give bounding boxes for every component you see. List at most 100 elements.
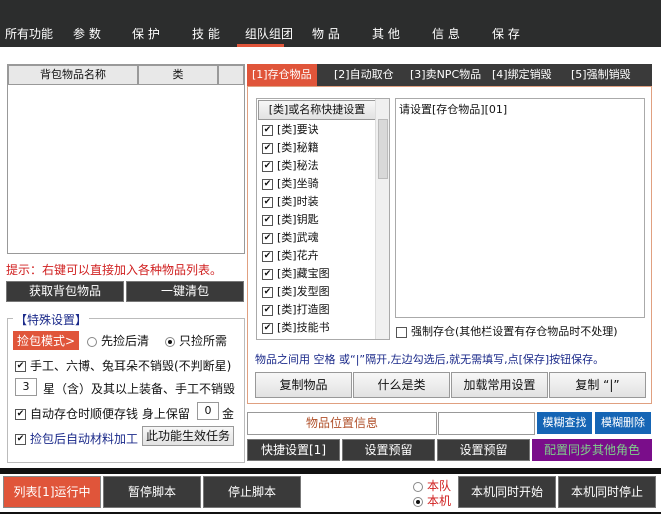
radio-local[interactable]: 本机 — [413, 492, 451, 509]
checkbox-checked-icon: ✔ — [262, 304, 273, 316]
radio-pick-needed[interactable]: 只捡所需 — [165, 332, 227, 349]
nav-params[interactable]: 参 数 — [73, 25, 101, 42]
stop-all-button[interactable]: 本机同时停止 — [558, 476, 656, 508]
checkbox-label: 手工、六博、兔耳朵不销毁(不判断星) — [30, 359, 232, 373]
radio-label: 只捡所需 — [179, 334, 228, 348]
nav-other[interactable]: 其 他 — [372, 25, 400, 42]
col-item-name[interactable]: 背包物品名称 — [8, 65, 138, 85]
checkbox-checked-icon: ✔ — [262, 232, 273, 244]
chk-auto-process[interactable]: ✔ 捡包后自动材料加工 — [15, 430, 138, 447]
checkbox-checked-icon: ✔ — [262, 124, 273, 136]
search-input[interactable] — [438, 412, 535, 435]
radio-label: 先捡后清 — [101, 334, 150, 348]
nav-team[interactable]: 组队组团 — [245, 25, 293, 42]
chk-save-money[interactable]: ✔ 自动存仓时顺便存钱 身上保留 — [15, 405, 190, 422]
checkbox-checked-icon: ✔ — [262, 286, 273, 298]
pick-mode-label: 捡包模式> — [13, 331, 80, 350]
nav-skills[interactable]: 技 能 — [192, 25, 220, 42]
tab-bind-destroy[interactable]: [4]绑定销毁 — [487, 64, 557, 86]
category-item[interactable]: ✔ [类]打造图 — [257, 301, 389, 319]
radio-pick-then-clear[interactable]: 先捡后清 — [87, 332, 149, 349]
scrollbar[interactable] — [375, 99, 389, 339]
radio-icon — [165, 336, 175, 347]
category-label: [类]打造图 — [277, 303, 330, 316]
special-settings-title: 【特殊设置】 — [13, 311, 90, 328]
get-bag-items-button[interactable]: 获取背包物品 — [6, 281, 124, 302]
pause-script-button[interactable]: 暂停脚本 — [103, 476, 201, 508]
checkbox-checked-icon: ✔ — [15, 409, 26, 420]
category-item[interactable]: ✔ [类]技能书 — [257, 319, 389, 337]
tab-store-items[interactable]: [1]存仓物品 — [247, 64, 317, 86]
separator-hint: 物品之间用 空格 或“|”隔开,左边勾选后,就无需填写,点[保存]按钮保存。 — [255, 353, 605, 366]
nav-items[interactable]: 物 品 — [312, 25, 340, 42]
checkbox-checked-icon: ✔ — [262, 178, 273, 190]
star-input[interactable]: 3 — [15, 378, 37, 396]
copy-items-button[interactable]: 复制物品 — [255, 372, 352, 398]
category-label: [类]藏宝图 — [277, 267, 330, 280]
checkbox-checked-icon: ✔ — [262, 196, 273, 208]
category-item[interactable]: ✔ [类]秘法 — [257, 157, 389, 175]
checkbox-checked-icon: ✔ — [262, 214, 273, 226]
sync-config-button[interactable]: 配置同步其他角色 — [532, 439, 652, 461]
star-text: 星（含）及其以上装备、手工不销毁 — [43, 382, 236, 396]
checkbox-unchecked-icon — [396, 326, 407, 338]
checkbox-checked-icon: ✔ — [262, 142, 273, 154]
checkbox-label: 强制存仓(其他栏设置有存仓物品时不处理) — [411, 325, 618, 338]
category-label: [类]要诀 — [277, 123, 319, 136]
item-position-info: 物品位置信息 — [247, 412, 437, 435]
items-textarea[interactable]: 请设置[存仓物品][01] — [395, 98, 645, 318]
fuzzy-find-button[interactable]: 模糊查找 — [537, 412, 592, 434]
nav-save[interactable]: 保 存 — [492, 25, 520, 42]
category-label: [类]技能书 — [277, 321, 330, 334]
nav-all-functions[interactable]: 所有功能 — [5, 25, 53, 42]
radio-icon — [413, 496, 423, 507]
checkbox-checked-icon: ✔ — [262, 268, 273, 280]
category-item[interactable]: ✔ [类]时装 — [257, 193, 389, 211]
category-checklist[interactable]: [类]或名称快捷设置 ✔ [类]要诀 ✔ [类]秘籍 ✔ [类]秘法 ✔ [类]坐骑 ✔ [类]时… — [256, 98, 390, 340]
nav-protect[interactable]: 保 护 — [132, 25, 160, 42]
scroll-thumb[interactable] — [378, 119, 388, 179]
category-item[interactable]: ✔ [类]武魂 — [257, 229, 389, 247]
category-item[interactable]: ✔ [类]藏宝图 — [257, 265, 389, 283]
set-reserve-button-1[interactable]: 设置预留 — [342, 439, 435, 461]
tab-auto-fetch[interactable]: [2]自动取仓 — [329, 64, 399, 86]
checkbox-checked-icon: ✔ — [262, 322, 273, 334]
what-is-category-button[interactable]: 什么是类 — [353, 372, 450, 398]
quick-set-header[interactable]: [类]或名称快捷设置 — [258, 100, 376, 120]
load-common-button[interactable]: 加载常用设置 — [451, 372, 548, 398]
radio-icon — [87, 336, 97, 347]
running-status-button[interactable]: 列表[1]运行中 — [3, 476, 101, 508]
set-reserve-button-2[interactable]: 设置预留 — [437, 439, 530, 461]
col-type[interactable]: 类 — [138, 65, 218, 85]
radio-label: 本机 — [427, 494, 452, 508]
checkbox-label: 自动存仓时顺便存钱 身上保留 — [30, 407, 190, 421]
tab-sell-npc[interactable]: [3]卖NPC物品 — [405, 64, 486, 86]
gold-unit: 金 — [222, 407, 235, 421]
task-button[interactable]: 此功能生效任务 — [142, 426, 234, 446]
start-all-button[interactable]: 本机同时开始 — [458, 476, 556, 508]
stop-script-button[interactable]: 停止脚本 — [203, 476, 301, 508]
copy-pipe-button[interactable]: 复制 “|” — [549, 372, 646, 398]
category-item[interactable]: ✔ [类]花卉 — [257, 247, 389, 265]
category-label: [类]花卉 — [277, 249, 319, 262]
category-item[interactable]: ✔ [类]秘籍 — [257, 139, 389, 157]
hint-text: 提示：右键可以直接加入各种物品列表。 — [6, 263, 223, 277]
radio-label: 本队 — [427, 479, 452, 493]
category-item[interactable]: ✔ [类]要诀 — [257, 121, 389, 139]
quick-settings-button[interactable]: 快捷设置[1] — [247, 439, 340, 461]
category-label: [类]秘法 — [277, 159, 319, 172]
category-item[interactable]: ✔ [类]钥匙 — [257, 211, 389, 229]
category-label: [类]发型图 — [277, 285, 330, 298]
category-label: [类]钥匙 — [277, 213, 319, 226]
category-item[interactable]: ✔ [类]发型图 — [257, 283, 389, 301]
chk-no-destroy-handmade[interactable]: ✔ 手工、六博、兔耳朵不销毁(不判断星) — [15, 357, 231, 374]
nav-info[interactable]: 信 息 — [432, 25, 460, 42]
checkbox-checked-icon: ✔ — [262, 160, 273, 172]
category-item[interactable]: ✔ [类]坐骑 — [257, 175, 389, 193]
tab-force-destroy[interactable]: [5]强制销毁 — [566, 64, 636, 86]
bag-items-list[interactable] — [7, 64, 245, 254]
clear-bag-button[interactable]: 一键清包 — [126, 281, 244, 302]
chk-force-store[interactable]: 强制存仓(其他栏设置有存仓物品时不处理) — [396, 323, 618, 339]
fuzzy-delete-button[interactable]: 模糊删除 — [595, 412, 651, 434]
gold-input[interactable]: 0 — [197, 402, 219, 420]
